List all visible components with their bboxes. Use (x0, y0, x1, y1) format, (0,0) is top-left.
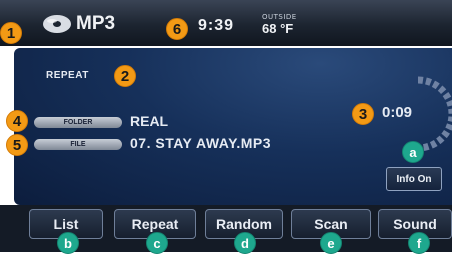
callout-c: c (146, 232, 168, 254)
clock: 9:39 (198, 17, 235, 34)
callout-5: 5 (6, 134, 28, 156)
callout-4: 4 (6, 110, 28, 132)
source-label: MP3 (76, 13, 116, 34)
outside-temperature: 68 °F (262, 21, 294, 36)
folder-name: REAL (130, 113, 169, 129)
callout-d: d (234, 232, 256, 254)
repeat-mode-label: REPEAT (46, 70, 89, 81)
outside-label: OUTSIDE (262, 13, 297, 21)
file-tag: FILE (34, 139, 122, 150)
callout-6: 6 (166, 18, 188, 40)
callout-2: 2 (114, 65, 136, 87)
callout-e: e (320, 232, 342, 254)
disc-icon (43, 15, 71, 33)
folder-tag: FOLDER (34, 117, 122, 128)
callout-3: 3 (352, 103, 374, 125)
callout-a: a (402, 141, 424, 163)
play-time: 0:09 (382, 104, 413, 121)
file-name: 07. STAY AWAY.MP3 (130, 135, 272, 151)
callout-f: f (408, 232, 430, 254)
callout-b: b (57, 232, 79, 254)
callout-1: 1 (0, 22, 22, 44)
info-button[interactable]: Info On (386, 167, 442, 191)
